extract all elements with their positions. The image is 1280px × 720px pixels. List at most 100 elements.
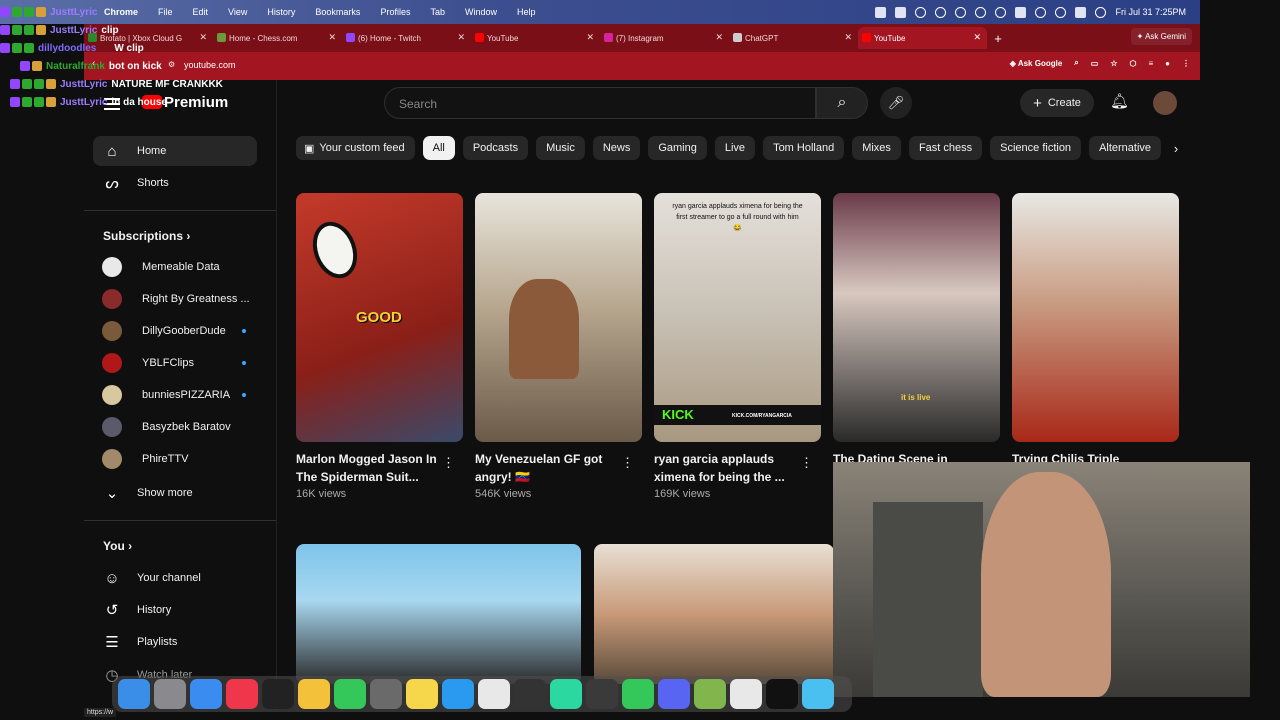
show-more-button[interactable]: ⌄ Show more (93, 478, 257, 508)
browser-tab[interactable]: YouTube ✕ (471, 27, 600, 49)
account-avatar[interactable] (1153, 91, 1177, 115)
search-input[interactable]: Search (384, 87, 816, 119)
menu-help[interactable]: Help (517, 7, 536, 17)
short-card[interactable]: Trying Chilis Triple (1012, 193, 1179, 488)
back-icon[interactable]: ‹ (92, 58, 95, 69)
short-card[interactable]: My Venezuelan GF got angry! 🇻🇪 546K view… (475, 193, 642, 500)
create-button[interactable]: + Create (1020, 89, 1094, 117)
you-heading[interactable]: You › (103, 539, 132, 553)
ask-gemini-button[interactable]: ✦ Ask Gemini (1130, 28, 1192, 45)
chip-live[interactable]: Live (714, 136, 756, 160)
moon-icon[interactable] (955, 6, 967, 18)
chip-fast-chess[interactable]: Fast chess (908, 136, 983, 160)
short-thumbnail[interactable] (1012, 193, 1179, 442)
music-icon[interactable] (226, 679, 258, 709)
menu-tab[interactable]: Tab (430, 7, 445, 17)
video-thumbnail[interactable] (594, 544, 834, 684)
obs-icon[interactable] (514, 679, 546, 709)
safari-icon[interactable] (442, 679, 474, 709)
chip-mixes[interactable]: Mixes (852, 136, 901, 160)
ask-google-button[interactable]: ◈ Ask Google (1010, 59, 1063, 68)
more-actions-icon[interactable]: ⋮ (800, 455, 813, 471)
chip-gaming[interactable]: Gaming (648, 136, 707, 160)
control-center-icon[interactable] (1075, 6, 1087, 18)
short-thumbnail[interactable] (475, 193, 642, 442)
facetime-icon[interactable] (622, 679, 654, 709)
chatgpt-icon[interactable] (730, 679, 762, 709)
address-bar-url[interactable]: youtube.com (184, 60, 236, 70)
system-settings-icon[interactable] (154, 679, 186, 709)
wifi-icon[interactable] (1035, 6, 1047, 18)
chess-icon[interactable] (694, 679, 726, 709)
close-tab-icon[interactable]: ✕ (457, 32, 465, 43)
menu-window[interactable]: Window (465, 7, 497, 17)
sidebar-item-playlists[interactable]: ☰ Playlists (93, 627, 257, 657)
chip-alternative[interactable]: Alternative (1089, 136, 1162, 160)
browser-tab[interactable]: (7) Instagram ✕ (600, 27, 729, 49)
close-tab-icon[interactable]: ✕ (715, 32, 723, 43)
short-thumbnail[interactable]: ryan garcia applauds ximena for being th… (654, 193, 821, 442)
sidebar-item-subscription[interactable]: DillyGooberDude (93, 316, 257, 346)
short-card[interactable]: ryan garcia applauds ximena for being th… (654, 193, 821, 500)
profile-icon[interactable]: ● (1165, 59, 1170, 68)
voice-search-button[interactable]: 🎤︎ (880, 87, 912, 119)
notifications-bell-icon[interactable]: 🔔︎ (1110, 92, 1129, 110)
browser-tab-active[interactable]: YouTube ✕ (858, 27, 987, 49)
browser-tab[interactable]: ChatGPT ✕ (729, 27, 858, 49)
streamlabs-icon[interactable] (550, 679, 582, 709)
close-tab-icon[interactable]: ✕ (586, 32, 594, 43)
video-thumbnail[interactable] (296, 544, 581, 684)
menubar-clock[interactable]: Fri Jul 31 7:25PM (1115, 7, 1186, 17)
short-card[interactable]: it is live The Dating Scene in (833, 193, 1000, 488)
sidebar-item-subscription[interactable]: YBLFClips (93, 348, 257, 378)
screen-record-icon[interactable] (875, 6, 887, 18)
app-icon[interactable] (802, 679, 834, 709)
menu-history[interactable]: History (267, 7, 295, 17)
extensions-icon[interactable]: ⬡ (1130, 59, 1137, 68)
sidebar-item-subscription[interactable]: Basyzbek Baratov (93, 412, 257, 442)
chip-your-custom-feed[interactable]: ▣ Your custom feed (296, 136, 415, 160)
menu-file[interactable]: File (158, 7, 173, 17)
menu-edit[interactable]: Edit (193, 7, 209, 17)
subscriptions-heading[interactable]: Subscriptions › (103, 229, 190, 243)
piano-icon[interactable] (262, 679, 294, 709)
utility-icon[interactable] (370, 679, 402, 709)
close-tab-icon[interactable]: ✕ (328, 32, 336, 43)
browser-tab[interactable]: (6) Home - Twitch ✕ (342, 27, 471, 49)
bluetooth-icon[interactable] (975, 6, 987, 18)
sidebar-item-history[interactable]: ↺ History (93, 595, 257, 625)
close-tab-icon[interactable]: ✕ (973, 32, 981, 43)
reading-list-icon[interactable]: ≡ (1148, 59, 1153, 68)
video-editor-icon[interactable] (586, 679, 618, 709)
menu-profiles[interactable]: Profiles (380, 7, 410, 17)
kebab-menu-icon[interactable]: ⋮ (1182, 59, 1190, 68)
messages-icon[interactable] (334, 679, 366, 709)
sidebar-item-shorts[interactable]: ᔕ Shorts (93, 168, 257, 198)
chip-science-fiction[interactable]: Science fiction (990, 136, 1082, 160)
chip-podcasts[interactable]: Podcasts (462, 136, 529, 160)
short-thumbnail[interactable]: GOOD (296, 193, 463, 442)
capcut-icon[interactable] (766, 679, 798, 709)
bookmark-star-icon[interactable]: ☆ (1110, 59, 1117, 68)
chrome-icon[interactable] (478, 679, 510, 709)
search-button[interactable]: ⌕ (816, 87, 868, 119)
sidebar-item-subscription[interactable]: PhireTTV (93, 444, 257, 474)
chip-all[interactable]: All (422, 136, 455, 160)
short-card[interactable]: GOOD Marlon Mogged Jason In The Spiderma… (296, 193, 463, 500)
spotlight-search-icon[interactable] (1055, 6, 1067, 18)
sidebar-item-your-channel[interactable]: ☺ Your channel (93, 563, 257, 593)
menu-bookmarks[interactable]: Bookmarks (315, 7, 360, 17)
focus-icon[interactable] (935, 6, 947, 18)
short-title[interactable]: Marlon Mogged Jason In The Spiderman Sui… (296, 450, 463, 486)
chip-news[interactable]: News (592, 136, 641, 160)
battery-icon[interactable] (1015, 6, 1027, 18)
keyboard-icon[interactable] (895, 6, 907, 18)
hamburger-menu-icon[interactable] (104, 98, 120, 110)
chip-music[interactable]: Music (536, 136, 585, 160)
menu-view[interactable]: View (228, 7, 247, 17)
sidebar-item-subscription[interactable]: bunniesPIZZARIA (93, 380, 257, 410)
more-actions-icon[interactable]: ⋮ (442, 455, 455, 471)
browser-tab[interactable]: Home - Chess.com ✕ (213, 27, 342, 49)
mail-icon[interactable] (190, 679, 222, 709)
sidebar-item-subscription[interactable]: Memeable Data (93, 252, 257, 282)
